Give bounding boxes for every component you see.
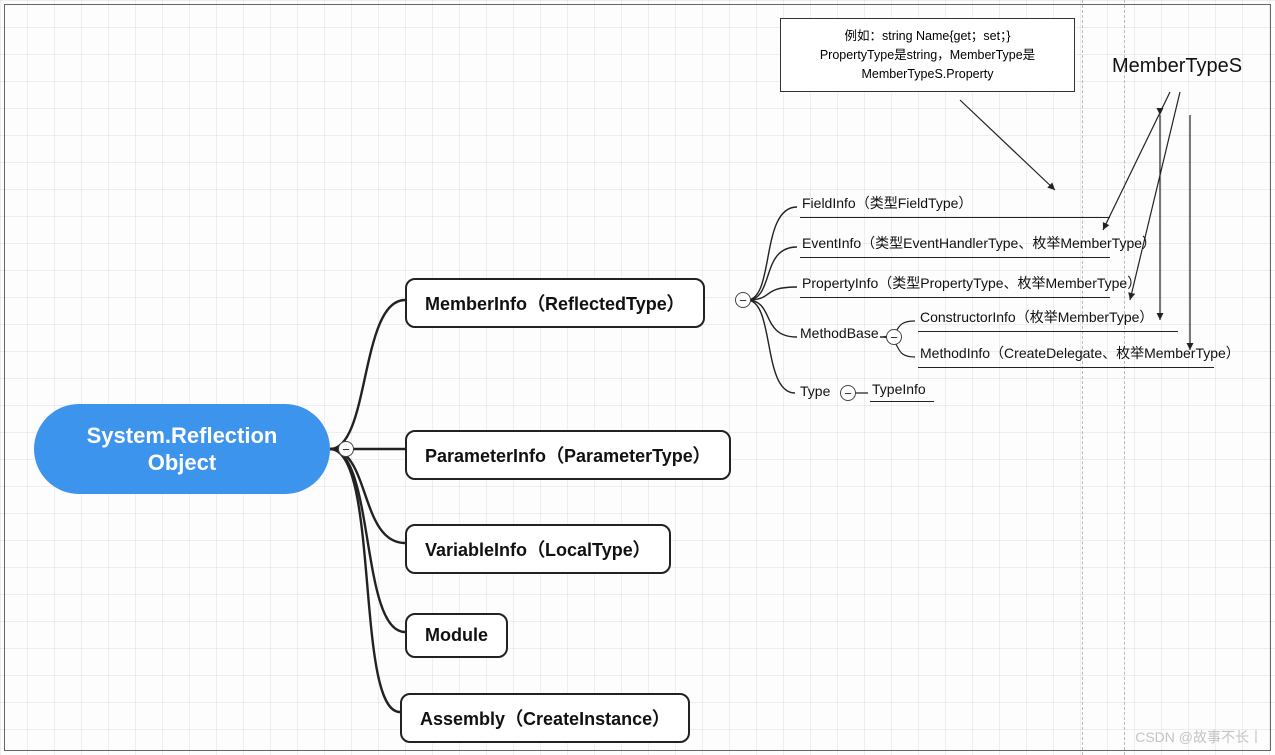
node-variableinfo[interactable]: VariableInfo（LocalType） [405,524,671,574]
node-assembly[interactable]: Assembly（CreateInstance） [400,693,690,743]
node-variableinfo-label: VariableInfo（LocalType） [425,540,651,560]
leaf-methodinfo-label: MethodInfo（CreateDelegate、枚举MemberType） [920,345,1240,361]
callout-box: 例如：string Name{get；set；} PropertyType是st… [780,18,1075,92]
leaf-propertyinfo-label: PropertyInfo（类型PropertyType、枚举MemberType… [802,275,1141,291]
leaf-typeinfo-label: TypeInfo [872,381,926,397]
callout-line3: MemberTypeS.Property [791,65,1064,84]
external-label-text: MemberTypeS [1112,55,1242,77]
methodbase-collapse-toggle[interactable]: − [886,329,902,345]
leaf-constructorinfo[interactable]: ConstructorInfo（枚举MemberType） [918,307,1178,332]
node-parameterinfo[interactable]: ParameterInfo（ParameterType） [405,430,731,480]
callout-line2: PropertyType是string，MemberType是 [791,46,1064,65]
node-module[interactable]: Module [405,613,508,658]
watermark-text: CSDN @故事不长丨 [1135,729,1263,745]
node-memberinfo[interactable]: MemberInfo（ReflectedType） [405,278,705,328]
vertical-guide-2 [1124,0,1125,755]
root-node[interactable]: System.Reflection Object [34,404,330,494]
leaf-methodbase[interactable]: MethodBase [800,325,879,341]
node-assembly-label: Assembly（CreateInstance） [420,709,670,729]
leaf-type[interactable]: Type [800,383,830,399]
leaf-methodinfo[interactable]: MethodInfo（CreateDelegate、枚举MemberType） [918,343,1214,368]
leaf-propertyinfo[interactable]: PropertyInfo（类型PropertyType、枚举MemberType… [800,273,1110,298]
leaf-methodbase-label: MethodBase [800,325,879,341]
vertical-guide-1 [1082,0,1083,755]
leaf-type-label: Type [800,383,830,399]
callout-line1: 例如：string Name{get；set；} [791,27,1064,46]
leaf-eventinfo[interactable]: EventInfo（类型EventHandlerType、枚举MemberTyp… [800,233,1110,258]
leaf-fieldinfo-label: FieldInfo（类型FieldType） [802,195,972,211]
leaf-fieldinfo[interactable]: FieldInfo（类型FieldType） [800,193,1110,218]
root-line1: System.Reflection [87,422,278,450]
external-label-membertypes: MemberTypeS [1112,55,1242,78]
root-collapse-toggle[interactable]: − [338,441,354,457]
node-memberinfo-label: MemberInfo（ReflectedType） [425,294,685,314]
canvas-frame [4,4,1271,751]
node-parameterinfo-label: ParameterInfo（ParameterType） [425,446,711,466]
node-module-label: Module [425,625,488,645]
memberinfo-collapse-toggle[interactable]: − [735,292,751,308]
watermark: CSDN @故事不长丨 [1135,727,1263,747]
type-collapse-toggle[interactable]: − [840,385,856,401]
root-line2: Object [87,449,278,477]
leaf-eventinfo-label: EventInfo（类型EventHandlerType、枚举MemberTyp… [802,235,1156,251]
leaf-constructorinfo-label: ConstructorInfo（枚举MemberType） [920,309,1153,325]
leaf-typeinfo[interactable]: TypeInfo [870,381,934,402]
